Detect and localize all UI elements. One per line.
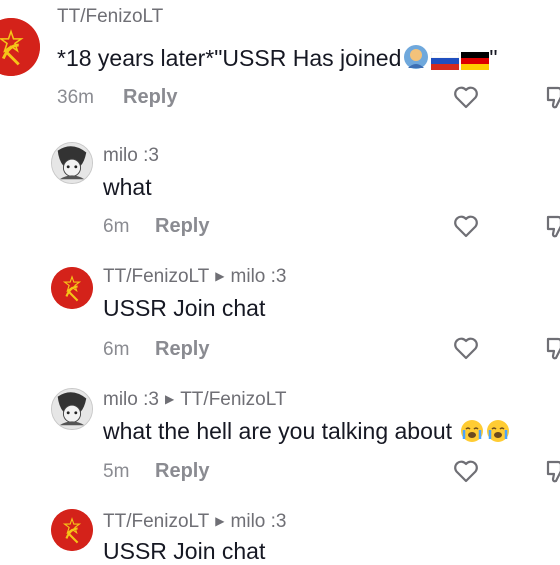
comment: milo :3 what 6m Reply xyxy=(0,125,560,250)
comment-text: *18 years later*"USSR Has joined " xyxy=(57,44,498,76)
flag-germany-icon xyxy=(461,49,490,76)
reply-button[interactable]: Reply xyxy=(155,215,209,238)
author-name[interactable]: TT/FenizoLT xyxy=(103,266,209,287)
comment-time: 36m xyxy=(57,87,94,108)
comment-time: 6m xyxy=(103,339,130,360)
comment-text: what the hell are you talking about xyxy=(103,418,510,449)
comment-text: what xyxy=(103,174,152,200)
comment-time: 5m xyxy=(103,461,130,482)
author-name[interactable]: milo :3 xyxy=(103,389,159,410)
author-name[interactable]: TT/FenizoLT xyxy=(57,6,163,27)
reply-to-name[interactable]: milo :3 xyxy=(231,511,287,532)
reply-button[interactable]: Reply xyxy=(123,86,177,109)
comment-author[interactable]: TT/FenizoLT xyxy=(57,6,163,28)
comment: TT/FenizoLT ▶ milo :3 USSR Join chat 6m Re… xyxy=(0,250,560,375)
comment-author[interactable]: milo :3 ▶ TT/FenizoLT xyxy=(103,389,286,411)
ussr-emblem xyxy=(51,509,93,551)
comment-author[interactable]: TT/FenizoLT ▶ milo :3 xyxy=(103,511,286,533)
comment: TT/FenizoLT ▶ milo :3 USSR Join chat xyxy=(0,500,560,564)
emoji-person xyxy=(403,44,429,76)
dislike-icon[interactable] xyxy=(546,84,560,112)
author-name[interactable]: milo :3 xyxy=(103,145,159,166)
comment: milo :3 ▶ TT/FenizoLT what the hell are yo… xyxy=(0,375,560,500)
comment-body: what the hell are you talking about xyxy=(103,418,453,444)
heart-icon[interactable] xyxy=(453,336,479,360)
comment-time: 6m xyxy=(103,216,130,237)
comment: TT/FenizoLT *18 years later*"USSR Has jo… xyxy=(0,0,560,125)
reply-to-name[interactable]: milo :3 xyxy=(231,266,287,287)
caret-right-icon: ▶ xyxy=(215,269,225,283)
heart-icon[interactable] xyxy=(453,459,479,483)
reply-button[interactable]: Reply xyxy=(155,338,209,361)
avatar[interactable] xyxy=(51,142,93,184)
heart-icon[interactable] xyxy=(453,85,479,109)
ussr-emblem xyxy=(51,267,93,309)
dislike-icon[interactable] xyxy=(546,335,560,363)
comment-text: USSR Join chat xyxy=(103,295,266,321)
ussr-emblem xyxy=(0,18,40,76)
comment-author[interactable]: milo :3 xyxy=(103,145,159,167)
crying-face-emoji xyxy=(460,419,484,449)
avatar[interactable] xyxy=(51,509,93,551)
anime-sketch xyxy=(52,143,92,183)
caret-right-icon: ▶ xyxy=(164,392,175,406)
caret-right-icon: ▶ xyxy=(215,514,225,528)
comment-body: *18 years later*"USSR Has joined xyxy=(57,45,402,71)
dislike-icon[interactable] xyxy=(546,213,560,241)
reply-to-name[interactable]: TT/FenizoLT xyxy=(180,389,286,410)
author-name[interactable]: TT/FenizoLT xyxy=(103,511,209,532)
comment-text: USSR Join chat xyxy=(103,538,266,564)
avatar[interactable] xyxy=(51,388,93,430)
flag-russia-icon xyxy=(431,49,460,76)
heart-icon[interactable] xyxy=(453,214,479,238)
anime-sketch xyxy=(52,389,92,429)
reply-button[interactable]: Reply xyxy=(155,460,209,483)
avatar[interactable] xyxy=(0,18,40,76)
comment-author[interactable]: TT/FenizoLT ▶ milo :3 xyxy=(103,266,286,288)
dislike-icon[interactable] xyxy=(546,458,560,486)
comment-body-suffix: " xyxy=(489,45,498,71)
avatar[interactable] xyxy=(51,267,93,309)
crying-face-emoji xyxy=(486,419,510,449)
